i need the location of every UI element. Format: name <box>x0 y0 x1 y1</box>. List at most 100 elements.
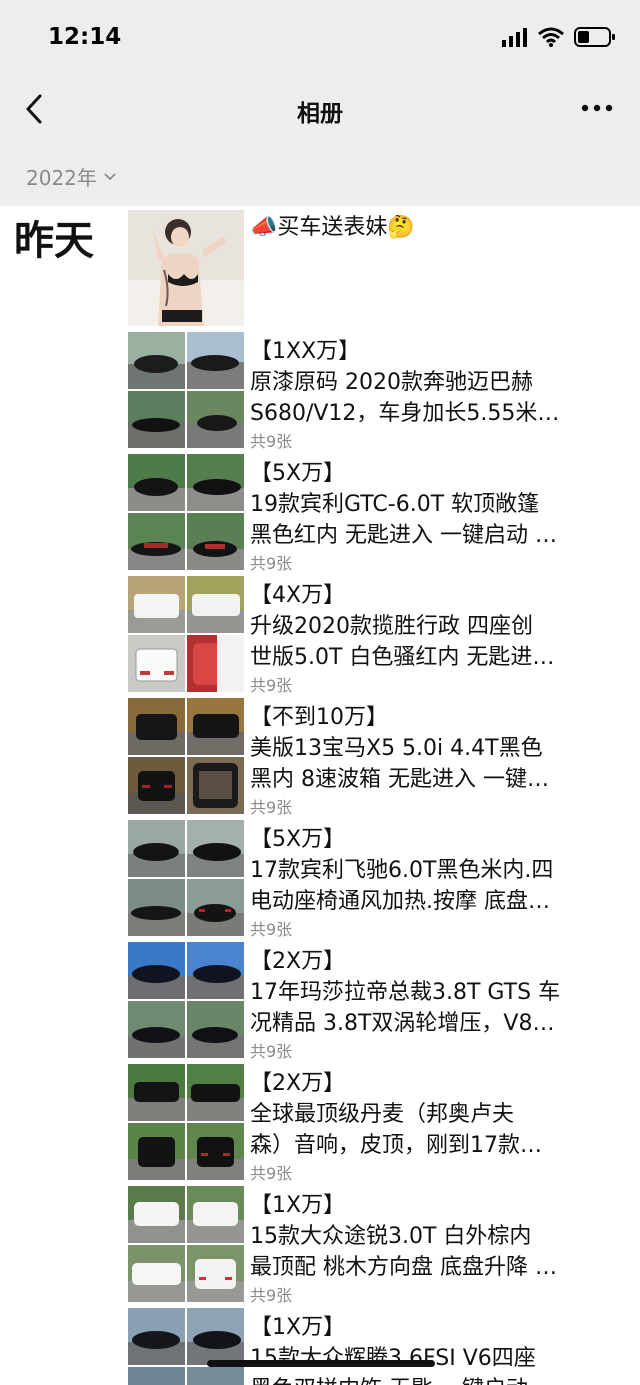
chevron-down-icon <box>104 172 116 180</box>
photo-count: 共9张 <box>250 1042 293 1061</box>
post-caption-line-2: 15款大众辉腾3.6FSI V6四座 <box>250 1346 536 1371</box>
post-photo[interactable] <box>187 1064 244 1121</box>
post-photo[interactable] <box>128 635 185 692</box>
status-time: 12:14 <box>48 24 122 50</box>
post-photo[interactable] <box>128 698 185 755</box>
post-photo[interactable] <box>187 1367 244 1385</box>
post-photo[interactable] <box>187 942 244 999</box>
post-photo-grid[interactable] <box>128 576 244 692</box>
post-caption-line-2: 17款宾利飞驰6.0T黑色米内.四 <box>250 858 554 883</box>
post-caption-line-3: 况精品 3.8T双涡轮增压，V8… <box>250 1011 555 1036</box>
wifi-icon <box>538 27 564 47</box>
moment-post[interactable]: 【2X万】 17年玛莎拉帝总裁3.8T GTS 车 况精品 3.8T双涡轮增压，… <box>128 942 608 1061</box>
year-label: 2022年 <box>26 166 97 190</box>
post-photo-grid[interactable] <box>128 1064 244 1180</box>
post-photo[interactable] <box>187 1001 244 1058</box>
post-caption-line-2: 17年玛莎拉帝总裁3.8T GTS 车 <box>250 980 561 1005</box>
post-photo[interactable] <box>128 757 185 814</box>
post-photo[interactable] <box>187 454 244 511</box>
post-photo[interactable] <box>128 332 185 389</box>
moment-post[interactable]: 【不到10万】 美版13宝马X5 5.0i 4.4T黑色 黑内 8速波箱 无匙进… <box>128 698 608 817</box>
day-label: 昨天 <box>14 218 94 264</box>
post-photo[interactable] <box>128 1245 185 1302</box>
post-caption: 【2X万】 17年玛莎拉帝总裁3.8T GTS 车 况精品 3.8T双涡轮增压，… <box>250 946 600 1039</box>
post-photo[interactable] <box>128 1186 185 1243</box>
post-photo[interactable] <box>187 1245 244 1302</box>
photo-count: 共9张 <box>250 798 293 817</box>
post-photo[interactable] <box>128 1367 185 1385</box>
post-photo-grid[interactable] <box>128 942 244 1058</box>
post-caption-line-1: 【2X万】 <box>250 949 346 974</box>
post-photo[interactable] <box>187 1308 244 1365</box>
home-indicator[interactable] <box>207 1360 435 1367</box>
moment-post[interactable]: 【2X万】 全球最顶级丹麦（邦奥卢夫 森）音响，皮顶，刚到17款… 共9张 <box>128 1064 608 1183</box>
post-photo-grid[interactable] <box>128 332 244 448</box>
post-photo[interactable] <box>128 1001 185 1058</box>
post-photo[interactable] <box>128 513 185 570</box>
post-photo[interactable] <box>128 879 185 936</box>
post-photo[interactable] <box>128 576 185 633</box>
post-photo[interactable] <box>128 210 244 326</box>
post-photo[interactable] <box>187 879 244 936</box>
post-caption-line-1: 【不到10万】 <box>250 705 388 730</box>
moment-post[interactable]: 【1X万】 15款大众辉腾3.6FSI V6四座 黑色双拼内饰 无匙 一键启动 <box>128 1308 608 1385</box>
post-photo-grid[interactable] <box>128 1186 244 1302</box>
page-title: 相册 <box>297 101 343 127</box>
post-caption-line-2: 美版13宝马X5 5.0i 4.4T黑色 <box>250 736 543 761</box>
post-caption-line-1: 【2X万】 <box>250 1071 346 1096</box>
post-caption-line-3: 黑色红内 无匙进入 一键启动 … <box>250 523 557 548</box>
status-icons <box>502 26 616 48</box>
post-caption-line-2: 全球最顶级丹麦（邦奥卢夫 <box>250 1102 515 1127</box>
moment-post[interactable]: 【5X万】 17款宾利飞驰6.0T黑色米内.四 电动座椅通风加热.按摩 底盘… … <box>128 820 608 939</box>
post-caption-line-1: 📣买车送表妹🤔 <box>250 215 415 240</box>
photo-count: 共9张 <box>250 554 293 573</box>
post-photo[interactable] <box>187 1186 244 1243</box>
moment-post[interactable]: 【1X万】 15款大众途锐3.0T 白外棕内 最顶配 桃木方向盘 底盘升降 … … <box>128 1186 608 1305</box>
moment-post[interactable]: 【4X万】 升级2020款揽胜行政 四座创 世版5.0T 白色骚红内 无匙进… … <box>128 576 608 695</box>
post-photo[interactable] <box>128 391 185 448</box>
post-photo[interactable] <box>187 513 244 570</box>
status-bar: 12:14 <box>0 0 640 78</box>
post-caption-line-3: 黑色双拼内饰 无匙 一键启动 <box>250 1374 600 1385</box>
more-options-icon[interactable] <box>580 94 614 122</box>
post-photo[interactable] <box>128 1308 185 1365</box>
post-photo[interactable] <box>187 635 244 692</box>
post-photo-grid[interactable] <box>128 454 244 570</box>
post-photo[interactable] <box>128 942 185 999</box>
moment-post[interactable]: 📣买车送表妹🤔 <box>128 210 608 328</box>
post-caption-line-1: 【5X万】 <box>250 827 346 852</box>
moment-post[interactable]: 【5X万】 19款宾利GTC-6.0T 软顶敞篷 黑色红内 无匙进入 一键启动 … <box>128 454 608 573</box>
post-caption: 【2X万】 全球最顶级丹麦（邦奥卢夫 森）音响，皮顶，刚到17款… <box>250 1068 600 1161</box>
post-caption: 【不到10万】 美版13宝马X5 5.0i 4.4T黑色 黑内 8速波箱 无匙进… <box>250 702 600 795</box>
post-photo[interactable] <box>128 1064 185 1121</box>
post-photo[interactable] <box>187 757 244 814</box>
post-caption-line-3: S680/V12，车身加长5.55米… <box>250 401 560 426</box>
moment-post[interactable]: 【1XX万】 原漆原码 2020款奔驰迈巴赫 S680/V12，车身加长5.55… <box>128 332 608 451</box>
post-photo-grid[interactable] <box>128 820 244 936</box>
post-caption-line-1: 【1X万】 <box>250 1315 346 1340</box>
post-photo[interactable] <box>128 1123 185 1180</box>
photo-count: 共9张 <box>250 920 293 939</box>
post-photo[interactable] <box>187 576 244 633</box>
year-filter-bar: 2022年 <box>0 142 640 206</box>
photo-count: 共9张 <box>250 1286 293 1305</box>
post-photo[interactable] <box>128 454 185 511</box>
post-caption-line-1: 【1X万】 <box>250 1193 346 1218</box>
post-photo[interactable] <box>187 332 244 389</box>
post-caption: 📣买车送表妹🤔 <box>250 212 600 243</box>
post-caption-line-2: 升级2020款揽胜行政 四座创 <box>250 614 533 639</box>
post-caption: 【5X万】 17款宾利飞驰6.0T黑色米内.四 电动座椅通风加热.按摩 底盘… <box>250 824 600 917</box>
post-caption-line-2: 19款宾利GTC-6.0T 软顶敞篷 <box>250 492 540 517</box>
post-photo-grid[interactable] <box>128 1308 244 1385</box>
post-photo[interactable] <box>187 1123 244 1180</box>
year-selector[interactable]: 2022年 <box>26 162 117 191</box>
post-photo-grid[interactable] <box>128 698 244 814</box>
post-caption-line-2: 原漆原码 2020款奔驰迈巴赫 <box>250 370 533 395</box>
post-caption-line-3: 黑内 8速波箱 无匙进入 一键… <box>250 767 549 792</box>
post-caption: 【1X万】 15款大众辉腾3.6FSI V6四座 黑色双拼内饰 无匙 一键启动 <box>250 1312 600 1385</box>
post-photo[interactable] <box>187 820 244 877</box>
post-caption-line-1: 【1XX万】 <box>250 339 361 364</box>
post-photo[interactable] <box>128 820 185 877</box>
post-photo[interactable] <box>187 391 244 448</box>
post-photo[interactable] <box>187 698 244 755</box>
